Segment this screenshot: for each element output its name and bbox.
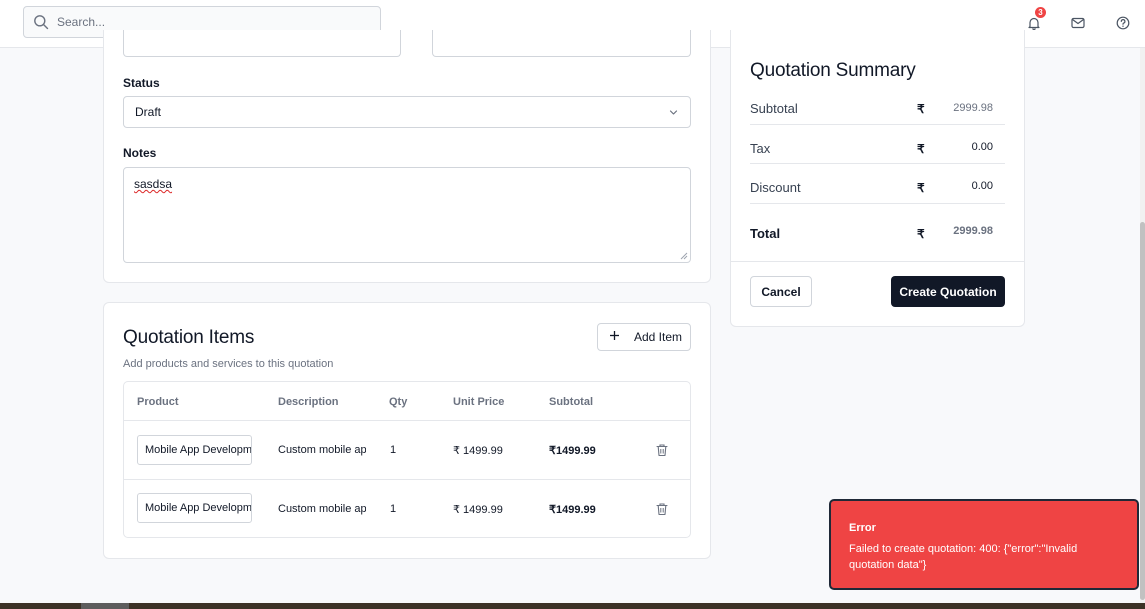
discount-label: Discount bbox=[750, 180, 801, 195]
tax-value[interactable]: 0.00 bbox=[972, 141, 993, 153]
tax-label: Tax bbox=[750, 141, 771, 156]
field-input-partial[interactable] bbox=[432, 30, 691, 57]
help-button[interactable] bbox=[1112, 12, 1134, 34]
column-header-product: Product bbox=[137, 396, 179, 408]
total-value: 2999.98 bbox=[953, 225, 993, 237]
search-input[interactable] bbox=[57, 15, 357, 29]
description-cell[interactable]: Custom mobile app bbox=[278, 503, 366, 515]
unit-price-cell: ₹ 1499.99 bbox=[453, 504, 503, 516]
notes-textarea[interactable]: sasdsa bbox=[123, 167, 691, 263]
total-label: Total bbox=[750, 226, 781, 241]
summary-divider bbox=[750, 124, 1005, 125]
summary-row-discount: Discount ₹ 0.00 bbox=[750, 179, 1005, 219]
subtotal-label: Subtotal bbox=[750, 101, 798, 116]
add-item-label: Add Item bbox=[634, 330, 683, 344]
column-header-qty: Qty bbox=[389, 396, 408, 408]
product-input[interactable]: Mobile App Development bbox=[137, 435, 252, 465]
toast-title: Error bbox=[849, 522, 876, 534]
summary-row-total: Total ₹ 2999.98 bbox=[750, 225, 1005, 265]
subtotal-value: 2999.98 bbox=[953, 102, 993, 114]
cancel-button[interactable]: Cancel bbox=[750, 276, 812, 307]
currency-symbol: ₹ bbox=[917, 102, 925, 116]
summary-footer-divider bbox=[731, 261, 1024, 262]
row-divider bbox=[124, 420, 690, 421]
toast-message: Failed to create quotation: 400: {"error… bbox=[849, 543, 1078, 571]
field-input-partial[interactable] bbox=[123, 30, 401, 57]
search-icon bbox=[34, 15, 49, 30]
error-toast[interactable]: Error Failed to create quotation: 400: {… bbox=[829, 499, 1139, 590]
bell-icon bbox=[1028, 17, 1040, 30]
create-quotation-button[interactable]: Create Quotation bbox=[891, 276, 1005, 307]
items-subtitle: Add products and services to this quotat… bbox=[123, 358, 334, 370]
currency-symbol: ₹ bbox=[917, 181, 925, 195]
help-icon bbox=[1116, 16, 1130, 30]
status-label: Status bbox=[123, 76, 160, 90]
notes-label: Notes bbox=[123, 146, 157, 160]
summary-row-subtotal: Subtotal ₹ 2999.98 bbox=[750, 100, 1005, 140]
status-select[interactable]: Draft bbox=[123, 96, 691, 128]
product-input[interactable]: Mobile App Development bbox=[137, 493, 252, 523]
description-cell[interactable]: Custom mobile app bbox=[278, 444, 366, 456]
chevron-down-icon bbox=[669, 110, 678, 115]
summary-row-tax: Tax ₹ 0.00 bbox=[750, 140, 1005, 180]
summary-title: Quotation Summary bbox=[750, 60, 916, 81]
trash-icon[interactable] bbox=[655, 443, 669, 457]
row-divider bbox=[124, 479, 690, 480]
scrollbar-thumb[interactable] bbox=[1140, 222, 1145, 600]
currency-symbol: ₹ bbox=[917, 142, 925, 156]
items-title: Quotation Items bbox=[123, 327, 255, 348]
trash-icon[interactable] bbox=[655, 502, 669, 516]
status-value: Draft bbox=[135, 105, 162, 119]
unit-price-cell: ₹ 1499.99 bbox=[453, 445, 503, 457]
column-header-subtotal: Subtotal bbox=[549, 396, 593, 408]
currency-symbol: ₹ bbox=[917, 227, 925, 241]
add-item-button[interactable]: Add Item bbox=[597, 323, 691, 351]
summary-divider bbox=[750, 203, 1005, 204]
plus-icon bbox=[609, 330, 623, 344]
discount-value[interactable]: 0.00 bbox=[972, 180, 993, 192]
qty-cell[interactable]: 1 bbox=[390, 444, 396, 456]
taskbar-segment bbox=[81, 603, 129, 609]
subtotal-cell: ₹1499.99 bbox=[549, 445, 596, 457]
subtotal-cell: ₹1499.99 bbox=[549, 504, 596, 516]
messages-button[interactable] bbox=[1067, 12, 1089, 34]
notification-badge: 3 bbox=[1035, 7, 1046, 18]
mail-icon bbox=[1071, 17, 1085, 29]
resize-handle-icon[interactable] bbox=[680, 252, 688, 260]
taskbar-strip bbox=[0, 603, 1145, 609]
column-header-description: Description bbox=[278, 396, 339, 408]
qty-cell[interactable]: 1 bbox=[390, 503, 396, 515]
column-header-unit-price: Unit Price bbox=[453, 396, 505, 408]
notifications-button[interactable]: 3 bbox=[1023, 7, 1046, 34]
notes-text: sasdsa bbox=[134, 177, 173, 191]
items-table: Product Description Qty Unit Price Subto… bbox=[123, 381, 691, 538]
summary-divider bbox=[750, 163, 1005, 164]
